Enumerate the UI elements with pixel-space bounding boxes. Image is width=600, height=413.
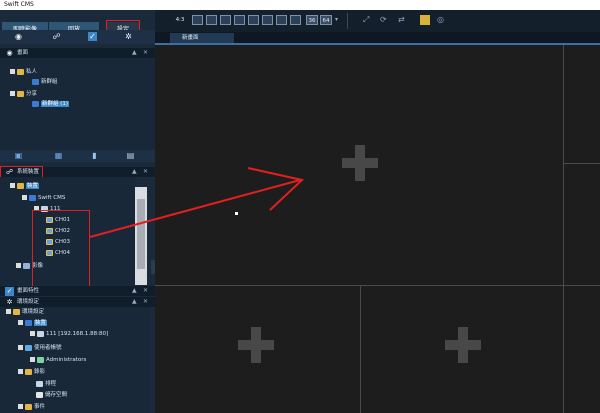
annotation-arrow — [89, 167, 305, 238]
